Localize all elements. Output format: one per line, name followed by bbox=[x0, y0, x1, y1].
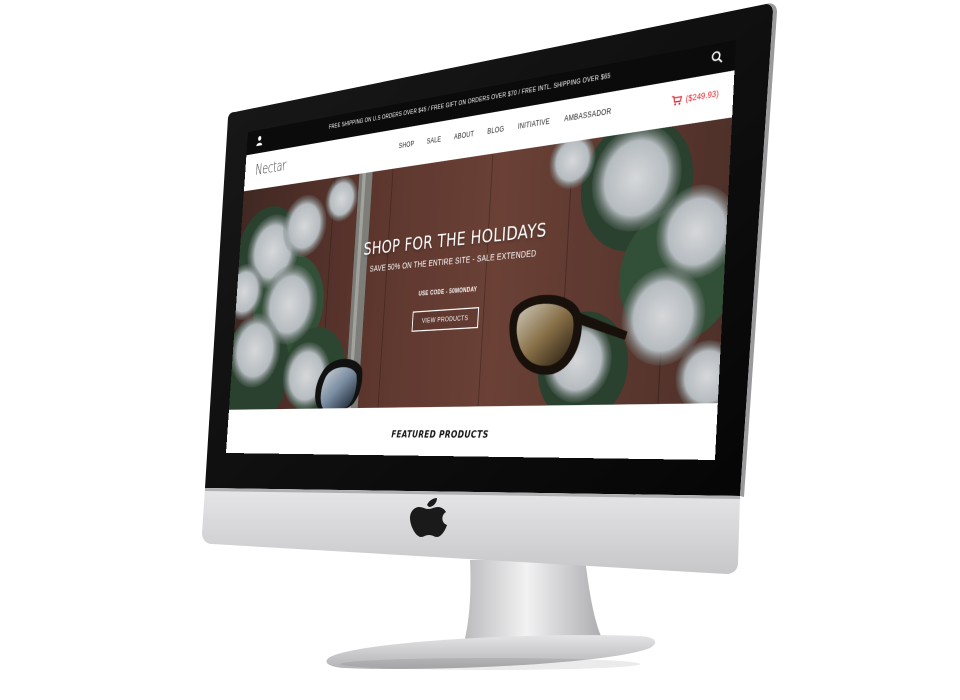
scene: FREE SHIPPING ON U.S ORDERS OVER $45 / F… bbox=[0, 0, 960, 700]
cart-button[interactable]: ($249.93) bbox=[671, 88, 719, 107]
search-icon[interactable] bbox=[711, 49, 724, 65]
nav-item-sale[interactable]: SALE bbox=[426, 137, 441, 146]
nav-item-initiative[interactable]: INITIATIVE bbox=[518, 119, 550, 132]
featured-products-heading: FEATURED PRODUCTS bbox=[227, 429, 717, 442]
nav-item-blog[interactable]: BLOG bbox=[487, 126, 504, 136]
brand-logo[interactable]: Nectar bbox=[255, 158, 287, 179]
cart-total: ($249.93) bbox=[685, 89, 719, 104]
user-account-icon[interactable] bbox=[256, 134, 264, 146]
nav-item-ambassador[interactable]: AMBASSADOR bbox=[564, 109, 611, 124]
nav-item-about[interactable]: ABOUT bbox=[454, 131, 475, 142]
nav-item-shop[interactable]: SHOP bbox=[398, 141, 414, 151]
cart-icon bbox=[671, 94, 682, 106]
view-products-button[interactable]: VIEW PRODUCTS bbox=[412, 307, 480, 332]
